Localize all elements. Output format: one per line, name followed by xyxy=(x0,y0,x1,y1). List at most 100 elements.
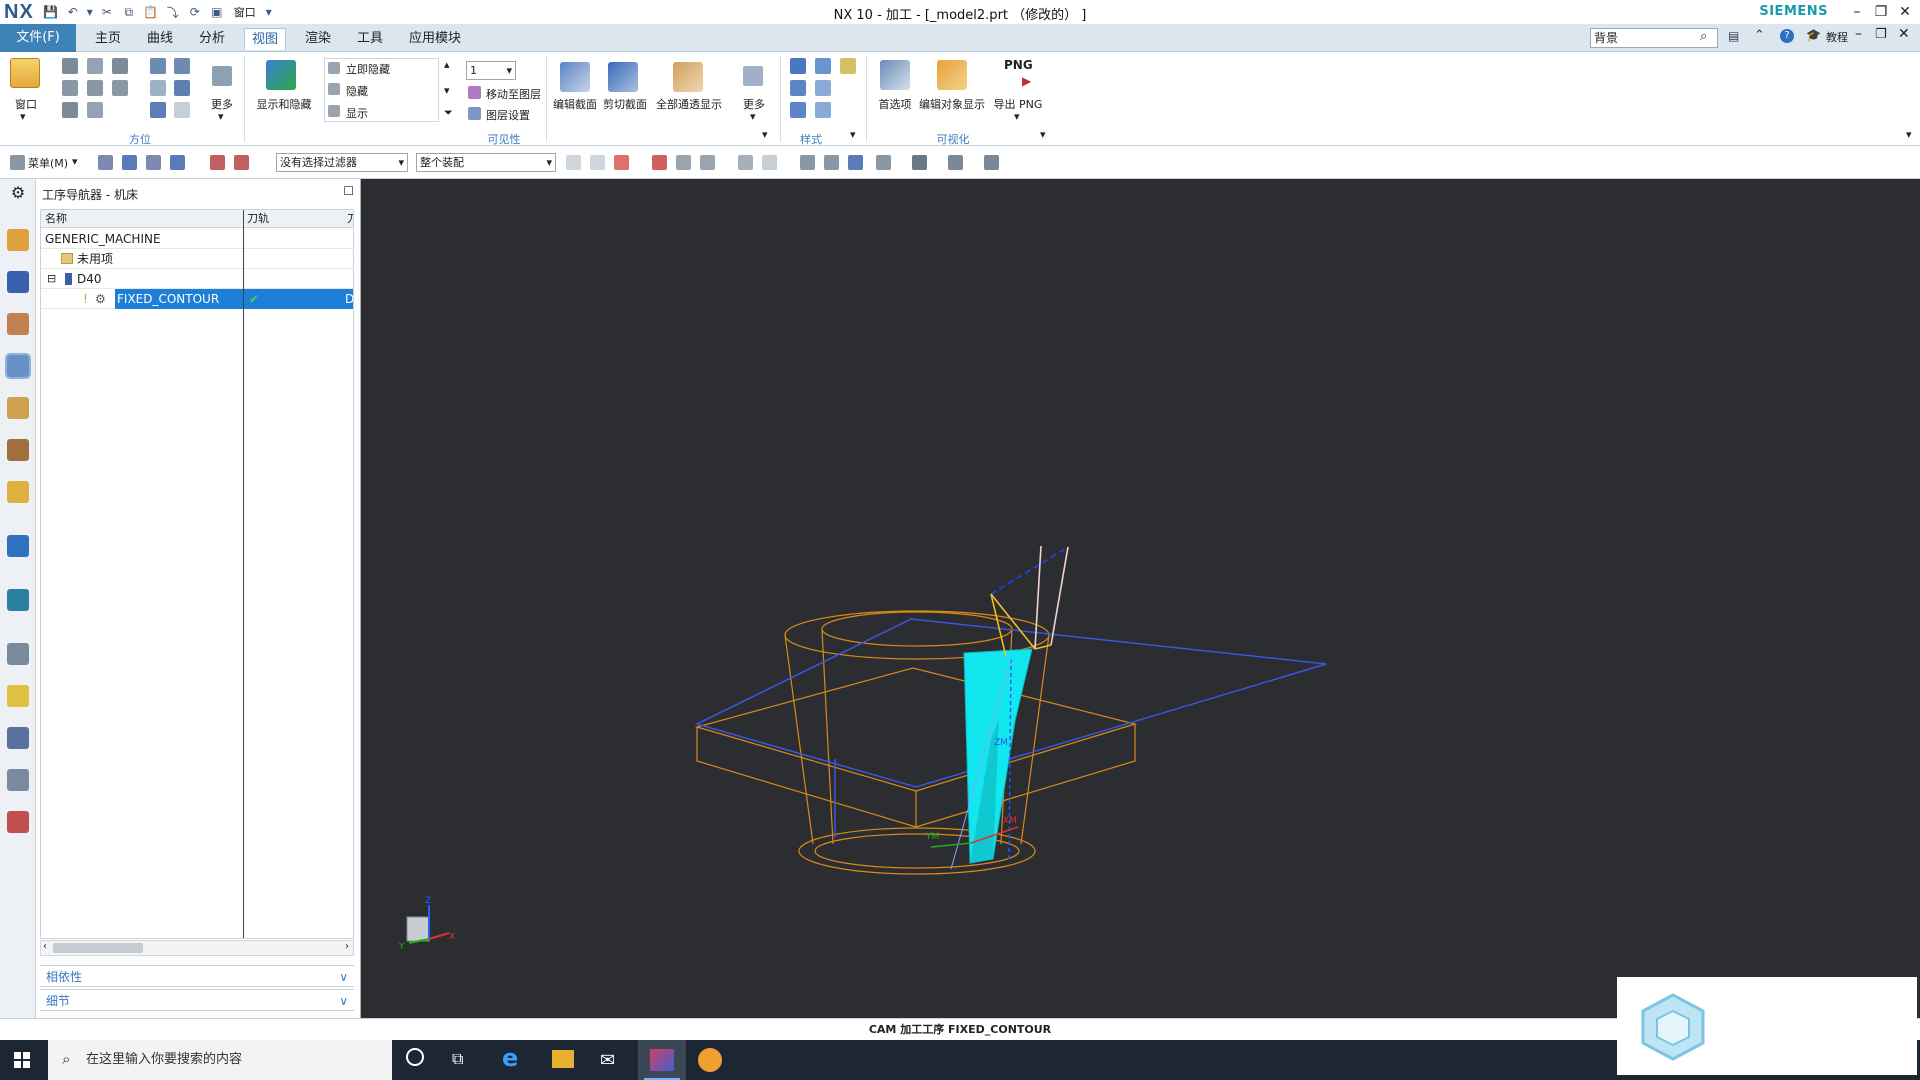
snap-point-icon[interactable] xyxy=(614,155,629,170)
restore-button[interactable]: ❐ xyxy=(1870,2,1892,22)
show-all-through-label[interactable]: 全部通透显示 xyxy=(652,96,726,112)
system-materials-icon[interactable] xyxy=(7,685,29,707)
preferences-icon[interactable] xyxy=(880,60,910,90)
cortana-icon[interactable] xyxy=(406,1048,424,1066)
clip-section-label[interactable]: 剪切截面 xyxy=(600,96,650,112)
windows-start-icon[interactable] xyxy=(14,1052,30,1068)
more-orientation-icon[interactable] xyxy=(212,66,232,86)
tutorial-label[interactable]: 教程 xyxy=(1826,29,1848,45)
search-icon[interactable]: ⌕ xyxy=(1700,29,1707,44)
hidden-wire-icon[interactable] xyxy=(790,80,806,96)
manufacturing-wizard-icon[interactable] xyxy=(7,769,29,791)
visibility-group-dropdown-icon[interactable]: ▾ xyxy=(762,128,768,141)
constraint-navigator-icon[interactable] xyxy=(7,271,29,293)
tab-curve[interactable]: 曲线 xyxy=(140,28,180,50)
repeat-icon[interactable]: ⟳ xyxy=(186,3,204,21)
maximize-panel-icon[interactable]: ☐ xyxy=(343,184,354,198)
show-hide-label[interactable]: 显示和隐藏 xyxy=(252,96,316,112)
roles-icon[interactable] xyxy=(7,811,29,833)
snap-icon[interactable]: ⤵ xyxy=(164,3,182,21)
edit-section-icon[interactable] xyxy=(560,62,590,92)
top-view-icon[interactable] xyxy=(87,58,103,74)
menu-icon[interactable] xyxy=(10,155,25,170)
restore-view-icon[interactable] xyxy=(174,102,190,118)
type-filter-select[interactable]: 没有选择过滤器 xyxy=(276,153,408,172)
hide-label[interactable]: 隐藏 xyxy=(346,83,368,99)
horizontal-scrollbar[interactable]: ‹ › xyxy=(40,940,354,956)
column-tool-header[interactable]: 刀 xyxy=(343,210,353,228)
tree-row[interactable]: ! ⚙ FIXED_CONTOUR ✔ D xyxy=(41,289,353,309)
zoom-icon[interactable] xyxy=(174,58,190,74)
tab-file[interactable]: 文件(F) xyxy=(0,24,76,52)
menu-button[interactable]: 菜单(M) xyxy=(28,155,68,171)
scroll-thumb[interactable] xyxy=(53,943,143,953)
filter-d-icon[interactable] xyxy=(170,155,185,170)
orient-icon[interactable] xyxy=(174,80,190,96)
shaded-edges-icon[interactable] xyxy=(790,58,806,74)
shaded-icon[interactable] xyxy=(815,58,831,74)
web-browser-icon[interactable] xyxy=(7,589,29,611)
doc-minimize-button[interactable]: – xyxy=(1855,26,1862,42)
snap-b-icon[interactable] xyxy=(590,155,605,170)
window-label[interactable]: 窗口 xyxy=(230,3,260,21)
history-icon[interactable] xyxy=(7,643,29,665)
chevron-down-icon[interactable]: ∨ xyxy=(339,966,348,988)
task-view-icon[interactable]: ⧉ xyxy=(452,1049,463,1069)
studio-icon[interactable] xyxy=(790,102,806,118)
selected-row-highlight[interactable]: FIXED_CONTOUR ✔ D xyxy=(115,289,353,309)
immediate-hide-label[interactable]: 立即隐藏 xyxy=(346,61,390,77)
settings-icon[interactable]: ⚙ xyxy=(7,183,29,205)
close-button[interactable]: ✕ xyxy=(1894,2,1916,22)
snap-a-icon[interactable] xyxy=(566,155,581,170)
assembly-scope-select[interactable]: 整个装配 xyxy=(416,153,556,172)
fit-icon[interactable] xyxy=(150,58,166,74)
minimize-button[interactable]: – xyxy=(1846,2,1868,22)
layer-settings-label[interactable]: 图层设置 xyxy=(486,107,530,123)
undo-dropdown-icon[interactable]: ▾ xyxy=(86,3,94,21)
menu-dropdown-icon[interactable]: ▾ xyxy=(72,155,78,168)
mail-icon[interactable]: ✉ xyxy=(600,1050,615,1071)
nx-taskbar-button[interactable] xyxy=(638,1040,686,1080)
part-navigator-icon[interactable] xyxy=(7,313,29,335)
show-all-through-icon[interactable] xyxy=(673,62,703,92)
shaded-a-icon[interactable] xyxy=(738,155,753,170)
filter-a-icon[interactable] xyxy=(98,155,113,170)
left-view-icon[interactable] xyxy=(62,80,78,96)
undo-icon[interactable]: ↶ xyxy=(64,3,82,21)
list-expand-icon[interactable]: ⏷ xyxy=(444,106,453,120)
show-label[interactable]: 显示 xyxy=(346,105,368,121)
trimetric-view-icon[interactable] xyxy=(112,80,128,96)
hd3d-tools-icon[interactable] xyxy=(7,535,29,557)
window-button-label[interactable]: 窗口 xyxy=(8,96,44,112)
layer-select[interactable]: 1 xyxy=(466,61,516,80)
shaded-b-icon[interactable] xyxy=(762,155,777,170)
list-scroll-up-icon[interactable]: ▴ xyxy=(444,58,450,71)
isometric-view-icon[interactable] xyxy=(112,58,128,74)
tutorial-icon[interactable]: 🎓 xyxy=(1806,28,1821,42)
tab-application[interactable]: 应用模块 xyxy=(402,28,468,50)
machine-tool-navigator-icon[interactable] xyxy=(7,397,29,419)
window-menu-icon[interactable]: ▣ xyxy=(208,3,226,21)
wireframe-icon[interactable] xyxy=(840,58,856,74)
tree-row[interactable]: GENERIC_MACHINE xyxy=(41,229,353,249)
ribbon-options-dropdown-icon[interactable]: ▾ xyxy=(1906,128,1912,141)
save-icon[interactable]: 💾 xyxy=(42,3,60,21)
assembly-navigator-icon[interactable] xyxy=(7,229,29,251)
rotate-icon[interactable] xyxy=(150,102,166,118)
select-feature-icon[interactable] xyxy=(234,155,249,170)
tab-analysis[interactable]: 分析 xyxy=(192,28,232,50)
zoom-view-icon[interactable] xyxy=(824,155,839,170)
process-studio-icon[interactable] xyxy=(7,727,29,749)
app-circle-icon[interactable] xyxy=(698,1048,722,1072)
rectangle-select-icon[interactable] xyxy=(700,155,715,170)
operation-navigator-icon[interactable] xyxy=(5,353,31,379)
more-visibility-dropdown-icon[interactable]: ▾ xyxy=(750,110,756,123)
static-wire-icon[interactable] xyxy=(815,80,831,96)
work-layer-icon[interactable] xyxy=(984,155,999,170)
pan-icon[interactable] xyxy=(150,80,166,96)
doc-restore-button[interactable]: ❐ xyxy=(1875,27,1887,42)
preferences-label[interactable]: 首选项 xyxy=(872,96,918,112)
help-icon[interactable]: ? xyxy=(1780,29,1794,43)
orient-view-icon[interactable] xyxy=(876,155,891,170)
tab-view[interactable]: 视图 xyxy=(244,28,286,50)
